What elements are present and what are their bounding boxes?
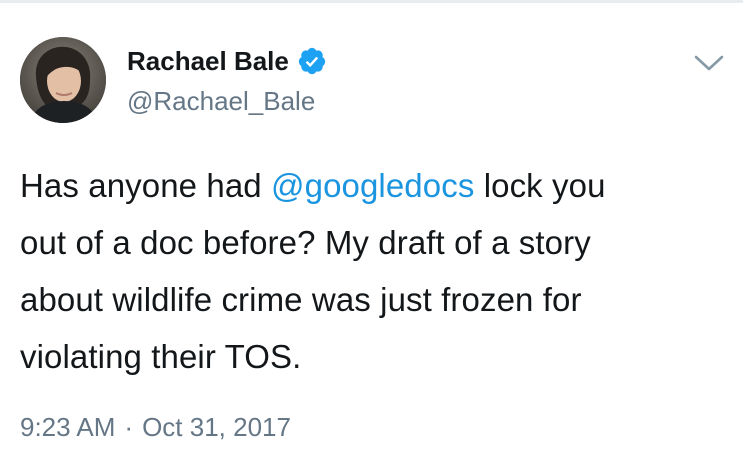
display-name[interactable]: Rachael Bale	[127, 46, 289, 76]
tweet-text-line-3: about wildlife crime was just frozen for	[20, 281, 582, 318]
tweet-card: Rachael Bale @Rachael_Bale Has anyone ha…	[0, 0, 743, 470]
profile-photo-icon	[20, 37, 106, 123]
author-name-row[interactable]: Rachael Bale	[127, 46, 327, 76]
mention-link[interactable]: @googledocs	[271, 167, 474, 204]
tweet-text-line-4: violating their TOS.	[20, 338, 302, 375]
tweet-text: Has anyone had @googledocs lock you out …	[20, 157, 730, 385]
author-handle[interactable]: @Rachael_Bale	[127, 86, 315, 116]
tweet-date: Oct 31, 2017	[142, 412, 291, 442]
tweet-text-segment: Has anyone had	[20, 167, 272, 204]
more-options-button[interactable]	[692, 52, 726, 74]
chevron-down-icon	[694, 55, 724, 71]
meta-separator: ·	[124, 412, 134, 442]
tweet-time: 9:23 AM	[20, 412, 116, 442]
tweet-text-segment: lock you	[474, 167, 606, 204]
tweet-text-line-1: Has anyone had @googledocs lock you	[20, 157, 730, 214]
verified-badge-icon	[297, 46, 327, 76]
tweet-timestamp[interactable]: 9:23 AM · Oct 31, 2017	[20, 410, 291, 444]
avatar[interactable]	[20, 37, 106, 123]
tweet-text-line-2: out of a doc before? My draft of a story	[20, 224, 591, 261]
